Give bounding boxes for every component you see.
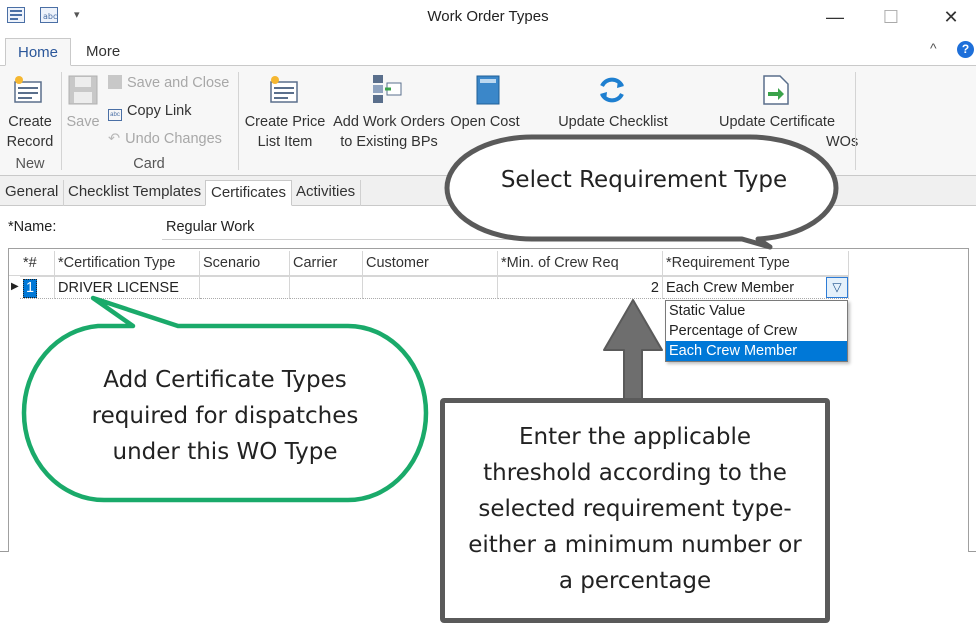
column-header-certification-type[interactable]: *Certification Type (55, 251, 200, 275)
callout-threshold-line: selected requirement type- (478, 496, 792, 522)
create-price-label-line2: List Item (257, 134, 313, 150)
save-button[interactable]: Save (62, 112, 104, 132)
collapse-ribbon-icon[interactable]: ^ (930, 40, 937, 56)
refresh-icon[interactable] (596, 74, 628, 109)
column-header-number[interactable]: *# (20, 251, 55, 275)
cell-requirement-type[interactable]: Each Crew Member (663, 276, 849, 299)
tab-home[interactable]: Home (5, 38, 71, 66)
save-and-close-label: Save and Close (127, 75, 230, 91)
callout-requirement-text: Select Requirement Type (500, 167, 788, 193)
save-icon (67, 74, 99, 109)
group-label-new: New (15, 156, 45, 172)
dropdown-option-each-crew-member[interactable]: Each Crew Member (666, 341, 847, 361)
copy-link-label: Copy Link (127, 103, 192, 119)
update-checklist-button[interactable]: Update Checklist (550, 112, 676, 132)
dropdown-option-percentage-of-crew[interactable]: Percentage of Crew (666, 321, 847, 341)
tab-more[interactable]: More (74, 38, 132, 66)
create-price-label-line1: Create Price (244, 114, 326, 130)
callout-threshold-line: a percentage (558, 568, 712, 594)
link-icon: abc (108, 109, 122, 121)
callout-threshold-line: threshold according to the (483, 460, 787, 486)
book-icon[interactable] (472, 74, 504, 109)
callout-certificate-text: Add Certificate Types required for dispa… (40, 362, 410, 470)
column-header-scenario[interactable]: Scenario (200, 251, 290, 275)
undo-changes-label: Undo Changes (125, 131, 222, 147)
tab-checklist-templates[interactable]: Checklist Templates (63, 180, 208, 206)
maximize-button[interactable]: ☐ (868, 4, 914, 30)
callout-arrow-up-icon (603, 299, 663, 405)
save-and-close-button[interactable]: Save and Close (108, 72, 229, 94)
add-work-orders-button[interactable]: Add Work Orders to Existing BPs (330, 112, 448, 152)
group-label-card: Card (133, 156, 165, 172)
create-price-list-item-button[interactable]: Create Price List Item (244, 112, 326, 152)
name-label: *Name: (8, 219, 57, 235)
callout-threshold-text: Enter the applicable threshold according… (448, 419, 822, 599)
column-header-carrier[interactable]: Carrier (290, 251, 363, 275)
callout-bubble-requirement (444, 134, 839, 250)
price-list-icon[interactable] (268, 74, 300, 109)
help-icon[interactable]: ? (957, 41, 974, 58)
callout-threshold-line: Enter the applicable (518, 424, 752, 450)
callout-certificate-line: required for dispatches (91, 403, 359, 429)
chevron-down-icon[interactable]: ▽ (826, 277, 848, 298)
undo-icon: ↶ (108, 131, 121, 147)
dropdown-option-static-value[interactable]: Static Value (666, 301, 847, 321)
ribbon-tab-strip (0, 34, 976, 66)
save-close-icon (108, 75, 122, 89)
add-work-orders-icon[interactable] (371, 73, 403, 108)
undo-changes-button[interactable]: ↶ Undo Changes (108, 128, 222, 150)
add-work-orders-label-line2: to Existing BPs (340, 134, 438, 150)
close-button[interactable]: ✕ (928, 4, 974, 30)
create-record-label-line2: Record (6, 134, 54, 150)
tab-certificates[interactable]: Certificates (205, 180, 293, 206)
create-record-label-line1: Create (8, 114, 52, 130)
callout-certificate-line: Add Certificate Types (103, 367, 347, 393)
add-work-orders-label-line1: Add Work Orders (333, 114, 445, 130)
open-cost-button[interactable]: Open Cost (448, 112, 522, 132)
create-record-icon[interactable] (12, 74, 44, 109)
callout-threshold-line: either a minimum number or (468, 532, 802, 558)
create-record-button[interactable]: Create Record (2, 112, 58, 152)
update-certificate-icon[interactable] (760, 74, 792, 109)
update-certificate-button[interactable]: Update Certificate (712, 112, 842, 132)
callout-certificate-line: under this WO Type (112, 439, 338, 465)
tab-general[interactable]: General (0, 180, 65, 206)
tab-activities[interactable]: Activities (291, 180, 362, 206)
ribbon-separator (238, 72, 239, 170)
copy-link-button[interactable]: abc Copy Link (108, 100, 191, 122)
minimize-button[interactable]: — (812, 4, 858, 30)
